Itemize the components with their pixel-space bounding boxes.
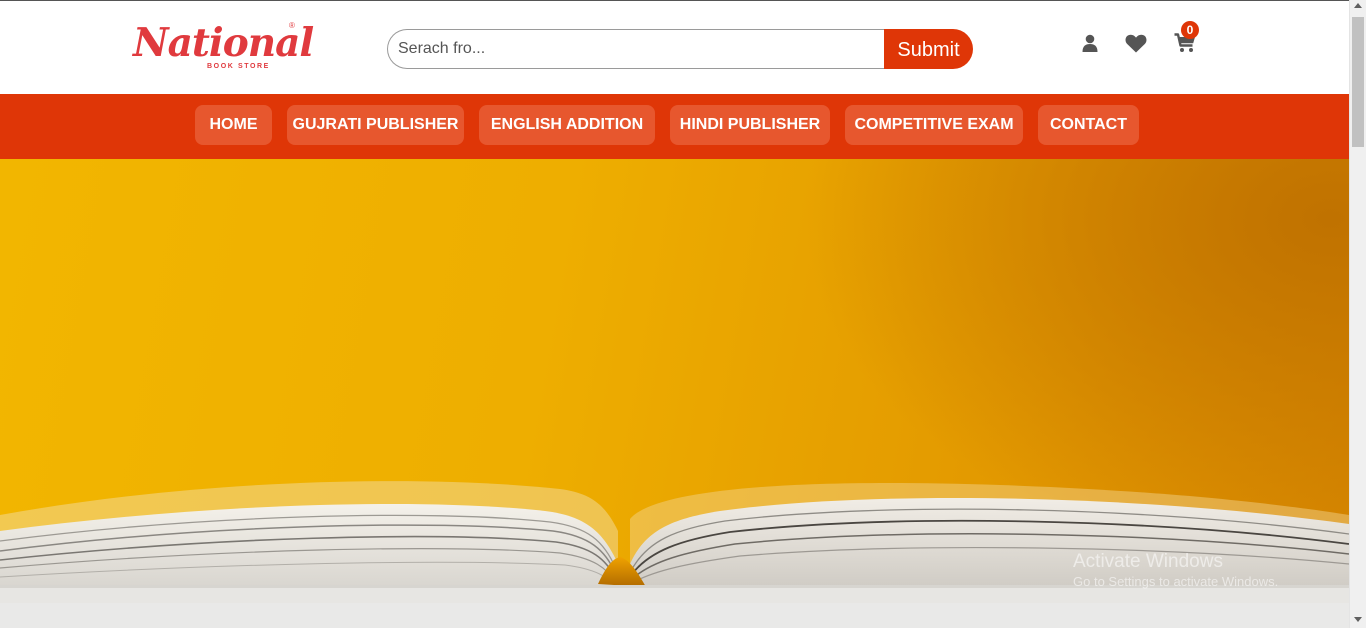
nav-item-gujrati-publisher[interactable]: GUJRATI PUBLISHER — [287, 105, 464, 145]
section-divider-strip — [0, 603, 1349, 628]
hero-banner — [0, 159, 1349, 603]
scrollbar-thumb[interactable] — [1352, 17, 1364, 147]
search-input[interactable] — [387, 29, 897, 69]
user-icon — [1082, 34, 1098, 52]
nav-item-home[interactable]: HOME — [195, 105, 272, 145]
logo-subtitle: BOOK STORE — [207, 63, 270, 70]
page-viewport: National ® BOOK STORE Submit — [0, 0, 1349, 628]
nav-item-competitive-exam[interactable]: COMPETITIVE EXAM — [845, 105, 1023, 145]
cart-count-badge: 0 — [1181, 21, 1199, 39]
logo-registered-mark: ® — [289, 21, 295, 30]
open-book-illustration — [0, 481, 1349, 603]
wishlist-button[interactable] — [1124, 31, 1148, 55]
site-header: National ® BOOK STORE Submit — [0, 1, 1349, 94]
logo-wordmark: National — [133, 20, 314, 66]
scroll-down-arrow-icon[interactable] — [1354, 617, 1362, 622]
nav-item-hindi-publisher[interactable]: HINDI PUBLISHER — [670, 105, 830, 145]
nav-item-contact[interactable]: CONTACT — [1038, 105, 1139, 145]
heart-icon — [1125, 34, 1147, 52]
account-button[interactable] — [1078, 31, 1102, 55]
main-navigation: HOME GUJRATI PUBLISHER ENGLISH ADDITION … — [0, 94, 1349, 159]
vertical-scrollbar[interactable] — [1349, 0, 1366, 628]
search-submit-button[interactable]: Submit — [884, 29, 973, 69]
nav-item-english-addition[interactable]: ENGLISH ADDITION — [479, 105, 655, 145]
search-form: Submit — [387, 29, 973, 69]
scroll-up-arrow-icon[interactable] — [1354, 3, 1362, 8]
brand-logo[interactable]: National ® BOOK STORE — [133, 19, 314, 75]
